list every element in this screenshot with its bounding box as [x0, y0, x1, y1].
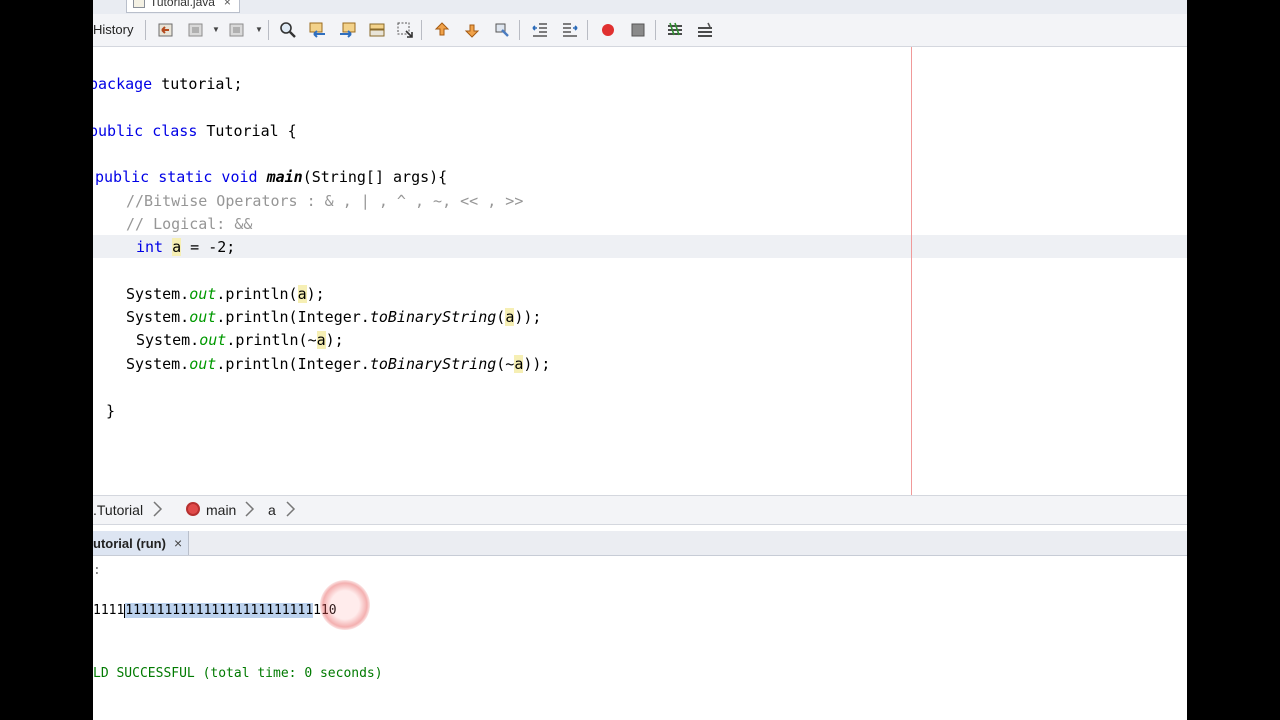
- shift-left-icon[interactable]: [531, 21, 549, 39]
- output-binary-line: 1111111111111111111111111111110: [93, 603, 337, 618]
- recent-edits-icon[interactable]: [187, 21, 205, 39]
- selected-text: 111111111111111111111111: [125, 603, 314, 618]
- code-comment: //Bitwise Operators : & , | , ^ , ~, << …: [126, 192, 524, 210]
- toolbar-separator: [145, 20, 146, 40]
- code-line: System.out.println(a);: [126, 285, 325, 303]
- editor-tab-strip: Tutorial.java ×: [93, 0, 1187, 15]
- comment-icon[interactable]: [666, 21, 684, 39]
- breadcrumb-method[interactable]: main: [206, 502, 236, 518]
- toggle-rectangular-icon[interactable]: [396, 21, 414, 39]
- code-comment: // Logical: &&: [126, 215, 253, 233]
- editor-toolbar: History ▼ ▼: [93, 14, 1187, 47]
- find-next-icon[interactable]: [338, 21, 356, 39]
- method-icon: [186, 502, 200, 516]
- toolbar-separator: [519, 20, 520, 40]
- code-line: }: [106, 402, 116, 420]
- next-bookmark-icon[interactable]: [463, 21, 481, 39]
- output-tab-run[interactable]: utorial (run) ×: [93, 531, 190, 555]
- code-line: public static void main(String[] args){: [95, 168, 448, 186]
- toolbar-separator: [655, 20, 656, 40]
- previous-bookmark-icon[interactable]: [433, 21, 451, 39]
- output-window-header: utorial (run) ×: [93, 531, 1187, 556]
- code-keyword: public class: [93, 122, 198, 140]
- chevron-down-icon[interactable]: ▼: [212, 25, 220, 34]
- chevron-right-icon: [245, 501, 255, 517]
- ide-window: Tutorial.java × History ▼ ▼ package tuto…: [93, 0, 1187, 720]
- start-macro-icon[interactable]: [599, 21, 617, 39]
- find-previous-icon[interactable]: [309, 21, 327, 39]
- back-icon[interactable]: [157, 21, 175, 39]
- breadcrumb-class[interactable]: .Tutorial: [93, 502, 143, 518]
- code-line: System.out.println(Integer.toBinaryStrin…: [126, 308, 542, 326]
- toolbar-separator: [268, 20, 269, 40]
- stop-macro-icon[interactable]: [629, 21, 647, 39]
- current-line-highlight: [93, 235, 1187, 258]
- code-keyword: int: [136, 238, 164, 256]
- history-button[interactable]: History: [93, 22, 133, 37]
- code-line: System.out.println(Integer.toBinaryStrin…: [126, 355, 551, 373]
- toolbar-separator: [587, 20, 588, 40]
- uncomment-icon[interactable]: [696, 21, 714, 39]
- code-keyword: package: [93, 75, 153, 93]
- build-status: LD SUCCESSFUL (total time: 0 seconds): [93, 666, 383, 681]
- shift-right-icon[interactable]: [561, 21, 579, 39]
- toolbar-separator: [421, 20, 422, 40]
- output-tab-label: utorial (run): [93, 535, 166, 551]
- method-name: main: [266, 168, 303, 186]
- code-line: int a = -2;: [136, 238, 236, 256]
- code-line: public class Tutorial {: [93, 121, 297, 141]
- chevron-right-icon: [153, 501, 163, 517]
- find-icon[interactable]: [279, 21, 297, 39]
- close-tab-icon[interactable]: ×: [224, 0, 231, 9]
- code-line: System.out.println(~a);: [136, 331, 344, 349]
- mouse-click-indicator: [320, 580, 370, 630]
- output-line: :: [93, 563, 101, 578]
- variable-highlight: a: [172, 238, 182, 256]
- code-line: package tutorial;: [93, 74, 243, 94]
- chevron-right-icon: [286, 501, 296, 517]
- output-console[interactable]: : 1111111111111111111111111111110 LD SUC…: [93, 556, 1187, 720]
- chevron-down-icon[interactable]: ▼: [255, 25, 263, 34]
- right-margin-guide: [911, 47, 912, 495]
- code-keyword: public static void: [95, 168, 258, 186]
- toggle-bookmark-icon[interactable]: [493, 21, 511, 39]
- tab-filename: Tutorial.java: [150, 0, 215, 9]
- code-editor[interactable]: package tutorial; public class Tutorial …: [93, 47, 1187, 495]
- java-file-icon: [133, 0, 145, 8]
- breadcrumb-variable[interactable]: a: [268, 502, 276, 518]
- close-output-tab-icon[interactable]: ×: [174, 535, 182, 551]
- tab-tutorial-java[interactable]: Tutorial.java ×: [126, 0, 240, 13]
- toggle-highlight-icon[interactable]: [368, 21, 386, 39]
- navigation-breadcrumb: .Tutorial main a: [93, 495, 1187, 525]
- forward-icon[interactable]: [228, 21, 246, 39]
